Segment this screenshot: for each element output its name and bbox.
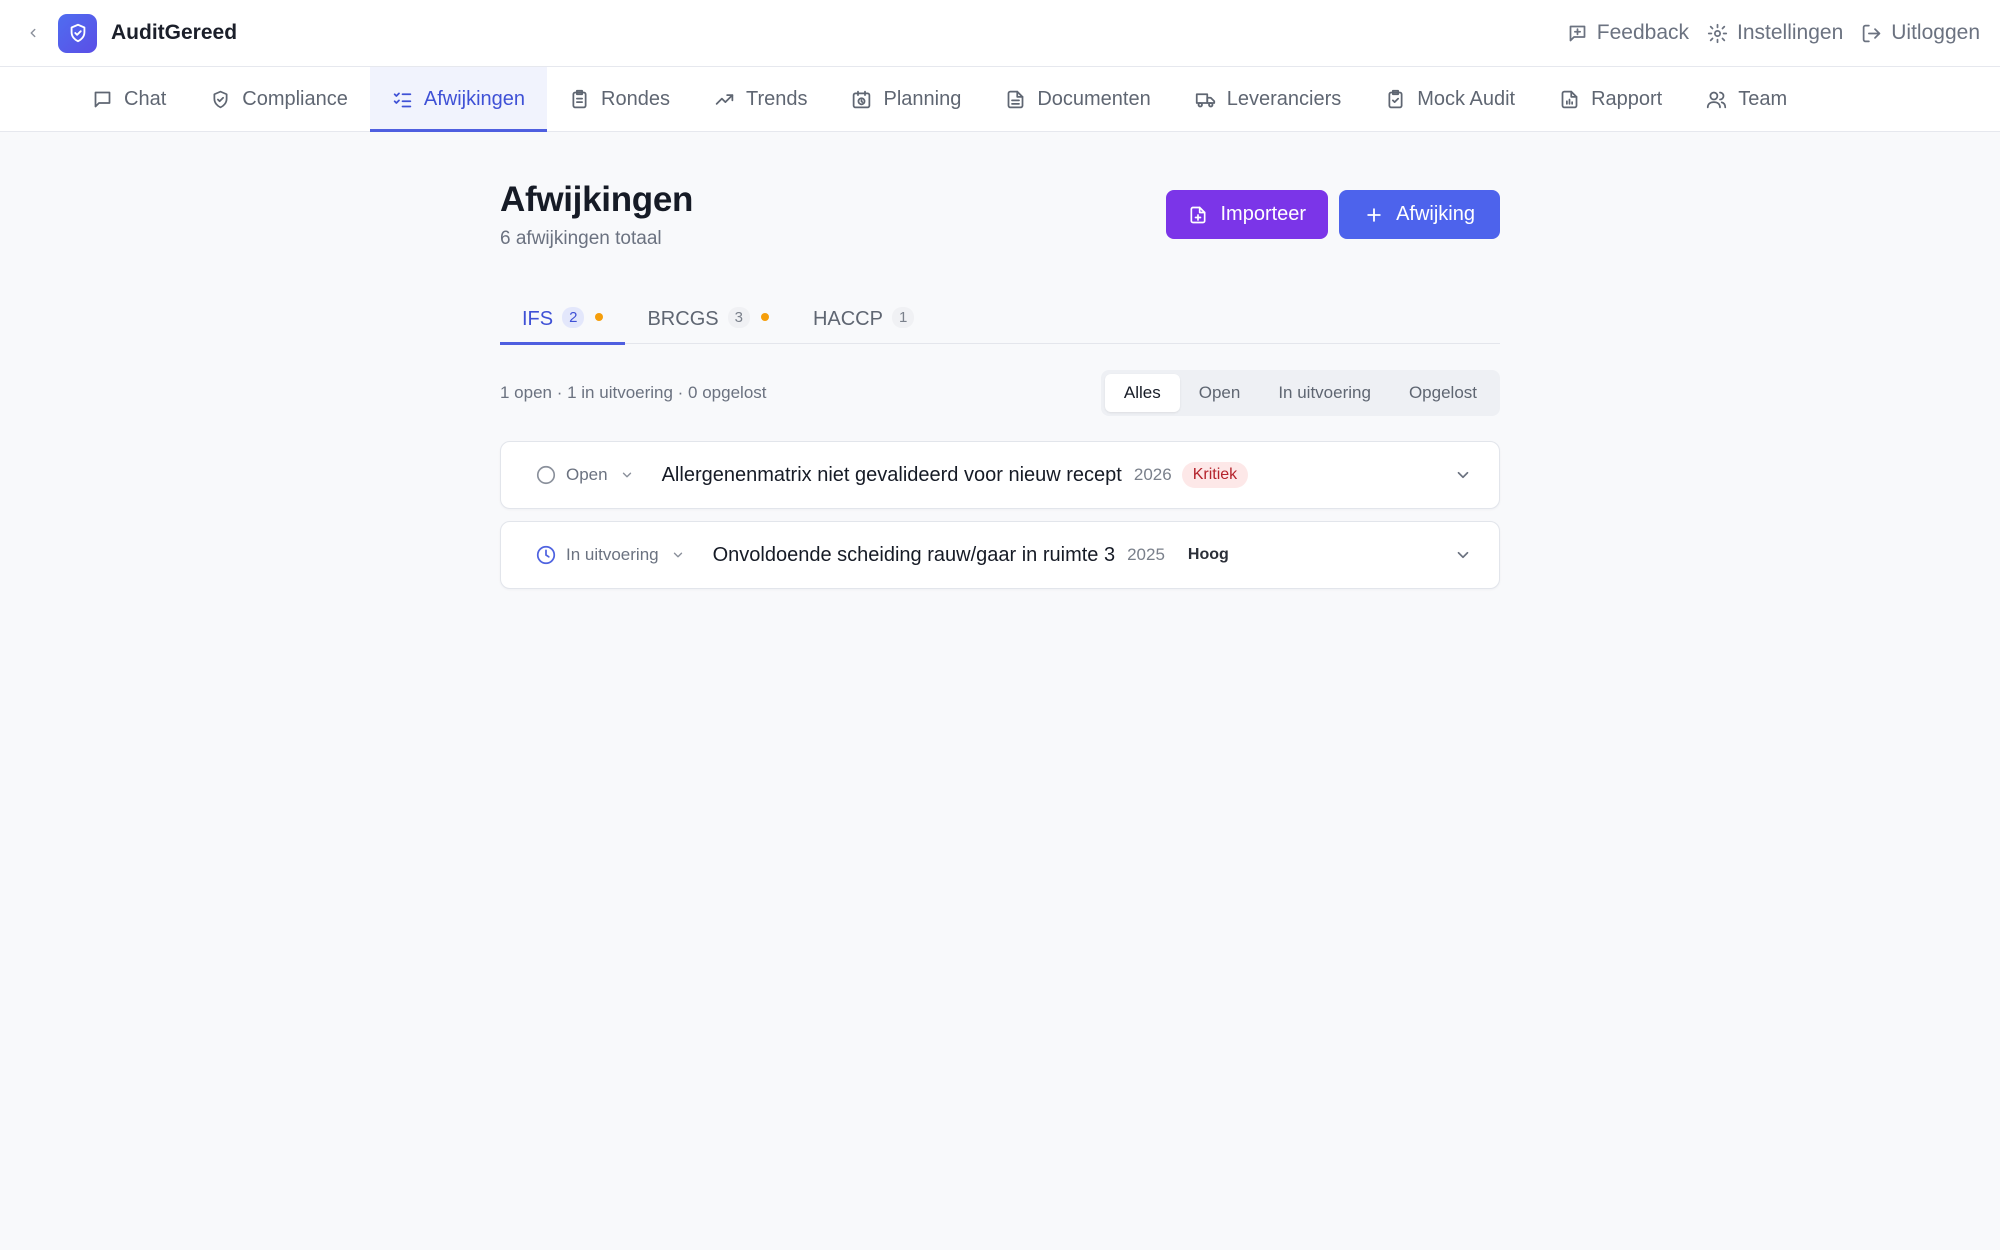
- nav-tab-label: Compliance: [242, 87, 348, 110]
- settings-link[interactable]: Instellingen: [1707, 21, 1843, 45]
- clock-icon: [536, 545, 556, 565]
- clipboard-check-icon: [1388, 89, 1403, 108]
- tab-ifs[interactable]: IFS 2: [500, 294, 626, 345]
- nav-tab-label: Team: [1738, 87, 1788, 110]
- users-icon: [1707, 91, 1727, 108]
- list-checks-icon: [393, 92, 412, 107]
- nav-tab-planning[interactable]: Planning: [829, 67, 983, 131]
- expand-button[interactable]: [1452, 544, 1474, 566]
- filter-open[interactable]: Open: [1180, 374, 1260, 412]
- nav-tab-label: Rondes: [601, 87, 670, 110]
- nav-tab-rapport[interactable]: Rapport: [1537, 67, 1684, 131]
- chat-icon: [94, 91, 111, 107]
- header-left: AuditGereed: [22, 13, 238, 53]
- status-label: Open: [566, 465, 608, 484]
- filter-alles[interactable]: Alles: [1104, 374, 1180, 412]
- nav-tab-trends[interactable]: Trends: [692, 67, 830, 131]
- afwijking-card[interactable]: In uitvoering Onvoldoende scheiding rauw…: [500, 521, 1500, 589]
- tab-count-badge: 2: [562, 306, 585, 328]
- chevron-down-icon: [1457, 551, 1469, 559]
- nav-tab-rondes[interactable]: Rondes: [547, 67, 692, 131]
- shield-check-icon: [70, 23, 85, 43]
- logout-link[interactable]: Uitloggen: [1861, 21, 1980, 45]
- expand-button[interactable]: [1452, 464, 1474, 486]
- app-logo[interactable]: [58, 13, 97, 53]
- chevron-down-icon: [1457, 471, 1469, 479]
- afwijking-card[interactable]: Open Allergenenmatrix niet gevalideerd v…: [500, 441, 1500, 509]
- document-icon: [1007, 90, 1024, 108]
- severity-badge: Hoog: [1187, 546, 1229, 563]
- severity-badge: Kritiek: [1181, 462, 1249, 488]
- tab-haccp[interactable]: HACCP 1: [791, 294, 936, 344]
- app-title: AuditGereed: [111, 21, 238, 44]
- status-filter: Alles Open In uitvoering Opgelost: [1100, 370, 1500, 416]
- truck-icon: [1195, 92, 1215, 107]
- status-dropdown[interactable]: Open: [535, 464, 634, 486]
- feedback-label: Feedback: [1596, 21, 1690, 44]
- nav-tab-label: Mock Audit: [1417, 87, 1516, 110]
- gear-icon: [1707, 23, 1728, 43]
- tab-count-badge: 3: [727, 306, 750, 328]
- logout-label: Uitloggen: [1891, 21, 1980, 44]
- attention-dot: [760, 313, 769, 321]
- import-button[interactable]: Importeer: [1166, 190, 1329, 239]
- logout-icon: [1863, 24, 1881, 42]
- status-dropdown[interactable]: In uitvoering: [535, 544, 685, 566]
- page-actions: Importeer Afwijking: [1166, 190, 1500, 239]
- page-title: Afwijkingen: [500, 180, 694, 219]
- tab-label: BRCGS: [647, 307, 719, 330]
- tab-label: IFS: [522, 307, 554, 330]
- nav-tab-label: Planning: [883, 87, 962, 110]
- page-subtitle: 6 afwijkingen totaal: [500, 228, 662, 249]
- filter-opgelost[interactable]: Opgelost: [1390, 374, 1496, 412]
- back-button[interactable]: [22, 22, 44, 44]
- nav-tab-label: Chat: [124, 87, 167, 110]
- settings-label: Instellingen: [1737, 21, 1844, 44]
- nav-tab-afwijkingen[interactable]: Afwijkingen: [369, 67, 548, 132]
- afwijking-title: Onvoldoende scheiding rauw/gaar in ruimt…: [712, 543, 1116, 566]
- nav-tab-label: Rapport: [1591, 87, 1663, 110]
- nav-tab-label: Leveranciers: [1226, 87, 1342, 110]
- afwijking-year: 2026: [1133, 465, 1172, 484]
- file-plus-icon: [1190, 206, 1206, 223]
- feedback-link[interactable]: Feedback: [1567, 21, 1689, 45]
- import-button-label: Importeer: [1220, 203, 1307, 225]
- nav-tab-team[interactable]: Team: [1684, 67, 1809, 131]
- nav-tab-label: Trends: [745, 87, 808, 110]
- nav-tab-chat[interactable]: Chat: [70, 67, 188, 131]
- filter-in-uitvoering[interactable]: In uitvoering: [1259, 374, 1390, 412]
- standard-tabs: IFS 2 BRCGS 3 HACCP 1: [500, 294, 1500, 345]
- nav-tab-leveranciers[interactable]: Leveranciers: [1173, 67, 1364, 131]
- status-label: In uitvoering: [566, 545, 659, 564]
- shield-check-icon: [213, 90, 228, 108]
- plus-icon: [1367, 207, 1381, 222]
- nav-tab-label: Afwijkingen: [423, 87, 526, 110]
- chevron-down-icon: [622, 472, 631, 478]
- chevron-left-icon: [30, 28, 36, 38]
- chevron-down-icon: [673, 552, 682, 558]
- header-right: Feedback Instellingen Uitloggen: [1567, 21, 1980, 45]
- nav-tab-compliance[interactable]: Compliance: [188, 67, 370, 131]
- message-plus-icon: [1569, 25, 1586, 41]
- top-bar: AuditGereed Feedback Instellingen Uitlog…: [0, 0, 2000, 67]
- nav-tab-label: Documenten: [1037, 87, 1151, 110]
- status-summary: 1 open · 1 in uitvoering · 0 opgelost: [500, 383, 767, 402]
- report-icon: [1561, 90, 1578, 108]
- circle-icon: [536, 465, 556, 485]
- tab-label: HACCP: [812, 307, 883, 330]
- afwijking-year: 2025: [1127, 545, 1165, 564]
- attention-dot: [595, 313, 604, 321]
- tab-brcgs[interactable]: BRCGS 3: [625, 294, 790, 344]
- tab-count-badge: 1: [891, 306, 915, 328]
- afwijking-title: Allergenenmatrix niet gevalideerd voor n…: [661, 463, 1122, 486]
- main-nav: Chat Compliance Afwijkingen Rondes Trend…: [0, 67, 2000, 132]
- trending-up-icon: [715, 93, 734, 105]
- add-afwijking-button[interactable]: Afwijking: [1339, 190, 1500, 239]
- clipboard-icon: [572, 89, 587, 108]
- add-button-label: Afwijking: [1396, 203, 1475, 225]
- nav-tab-documenten[interactable]: Documenten: [983, 67, 1172, 131]
- nav-tab-mock-audit[interactable]: Mock Audit: [1363, 67, 1537, 131]
- calendar-clock-icon: [853, 90, 871, 108]
